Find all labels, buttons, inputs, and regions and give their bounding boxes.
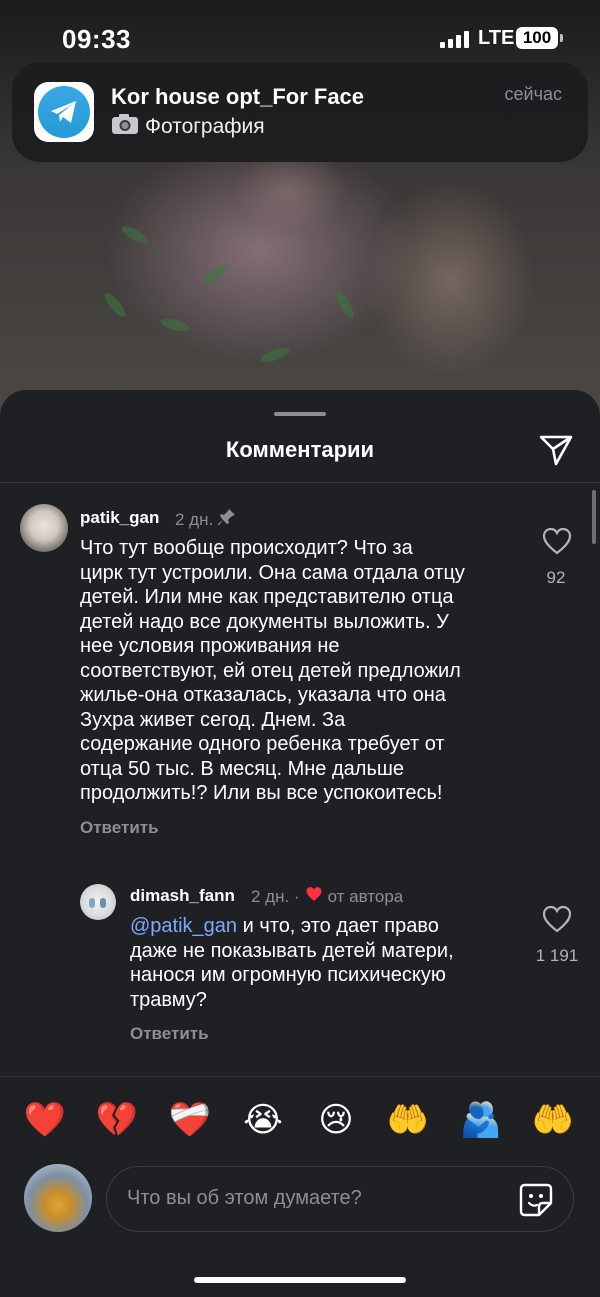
comment-username[interactable]: dimash_fann	[130, 886, 235, 906]
comment-line: содержание одного ребенка требует от	[80, 733, 445, 755]
notification-time: сейчас	[504, 84, 562, 104]
comment-line: детей надо все документы выложить. У	[80, 610, 449, 633]
status-time: 09:33	[62, 24, 131, 54]
telegram-icon	[34, 82, 94, 142]
comment-meta: 2 дн.	[175, 508, 236, 531]
reply-button[interactable]: Ответить	[80, 818, 159, 838]
status-bar: 09:33 LTE 100	[0, 0, 600, 70]
pin-icon	[218, 508, 236, 531]
comment-age: 2 дн.	[175, 509, 214, 529]
camera-icon	[111, 113, 139, 141]
reaction-mending-heart[interactable]: ❤️‍🩹	[164, 1092, 216, 1148]
comment-username[interactable]: patik_gan	[80, 508, 159, 528]
comment-line: жилье-она отказалась, указала что она	[80, 684, 446, 706]
sheet-title: Комментарии	[225, 437, 375, 462]
comments-sheet: Комментарии patik_gan 2 дн. Что тут вооб…	[0, 390, 600, 1297]
comment-text: Что тут вообще происходит? Что за цирк т…	[80, 536, 520, 806]
notification-title: Kor house opt_For Face	[111, 84, 365, 109]
reactions-divider	[0, 1076, 600, 1077]
reaction-palms-up-2[interactable]: 🤲	[527, 1092, 579, 1148]
comment-line: детей. Или мне как представителю отца	[80, 586, 454, 608]
heart-icon[interactable]	[542, 527, 572, 555]
network-label: LTE	[478, 27, 515, 49]
heart-icon[interactable]	[542, 905, 572, 933]
reaction-hug[interactable]: 🫂	[455, 1092, 507, 1148]
header-divider	[0, 482, 600, 483]
signal-icon	[440, 30, 469, 48]
my-avatar	[24, 1164, 92, 1232]
comment-line: даже не показывать детей матери,	[130, 939, 454, 962]
send-icon[interactable]	[538, 432, 574, 468]
reactions-bar: ❤️ 💔 ❤️‍🩹 😭 😢 🤲 🫂 🤲	[0, 1092, 600, 1148]
comment-line: продолжить!? Или вы все успокоитесь!	[80, 782, 443, 804]
like-count: 92	[546, 568, 566, 587]
comment-line: цирк тут устроили. Она сама отдала отцу	[80, 561, 465, 584]
red-heart-icon	[305, 886, 323, 907]
reaction-crying[interactable]: 😢	[310, 1092, 362, 1148]
notification-body-text: Фотография	[145, 115, 265, 138]
avatar[interactable]	[20, 504, 68, 552]
reaction-loudly-crying[interactable]: 😭	[237, 1092, 289, 1148]
comment-line: нее условия проживания не	[80, 635, 340, 657]
like-count: 1 191	[535, 946, 579, 965]
comment-line: нанося им огромную психическую	[130, 964, 446, 986]
comment-line: травму?	[130, 988, 207, 1011]
notification-body: Фотография	[111, 113, 265, 141]
comment-age: 2 дн. ·	[251, 886, 300, 906]
battery-icon: 100	[516, 27, 563, 49]
scrollbar[interactable]	[592, 490, 596, 544]
reaction-broken-heart[interactable]: 💔	[91, 1092, 143, 1148]
sticker-icon[interactable]	[519, 1183, 553, 1217]
comment-meta: 2 дн. · от автора	[251, 886, 403, 907]
comment-line: @patik_gan и что, это дает право	[130, 914, 530, 939]
reaction-palms-up[interactable]: 🤲	[382, 1092, 434, 1148]
notification-banner[interactable]: Kor house opt_For Face Фотография сейчас	[12, 62, 588, 162]
comment-line-rest: и что, это дает право	[237, 915, 439, 937]
home-indicator[interactable]	[194, 1277, 406, 1283]
mention-link[interactable]: @patik_gan	[130, 915, 237, 937]
author-badge: от автора	[327, 886, 404, 906]
comment-line: Зухра живет сегод. Днем. За	[80, 708, 346, 731]
reaction-red-heart[interactable]: ❤️	[19, 1092, 71, 1148]
comment-line: отца 50 тыс. В месяц. Мне дальше	[80, 757, 405, 780]
comment-input-placeholder: Что вы об этом думаете?	[127, 1187, 362, 1209]
comment-input[interactable]: Что вы об этом думаете?	[106, 1166, 574, 1232]
comment-line: Что тут вообще происходит? Что за	[80, 537, 413, 559]
sheet-drag-handle[interactable]	[274, 412, 326, 416]
comment-text: @patik_gan и что, это дает право даже не…	[130, 914, 530, 1012]
reply-button[interactable]: Ответить	[130, 1024, 209, 1044]
avatar[interactable]	[80, 884, 116, 920]
comment-line: соответствуют, ей отец детей предложил	[80, 659, 461, 682]
